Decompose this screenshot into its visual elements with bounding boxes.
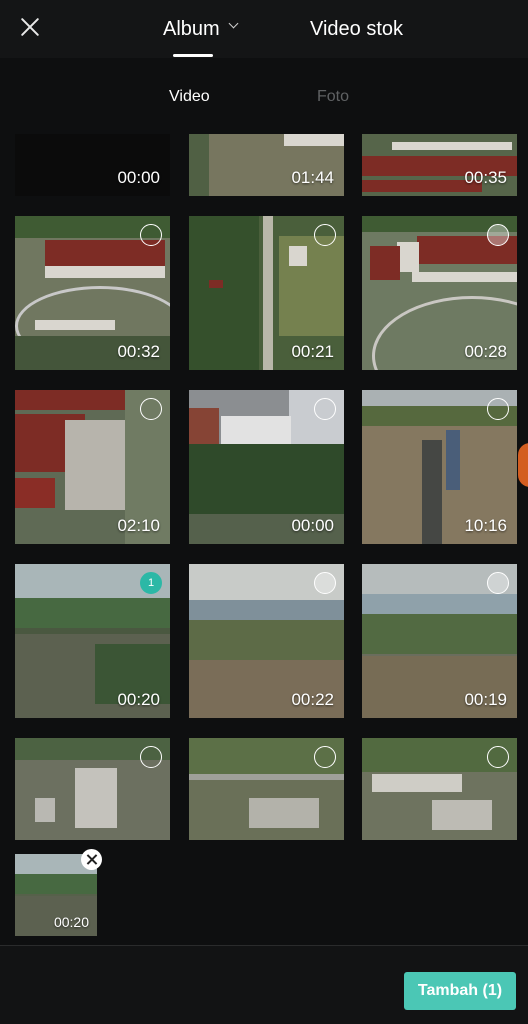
close-icon[interactable] bbox=[14, 11, 46, 43]
active-tab-indicator bbox=[173, 54, 213, 57]
media-thumbnail[interactable]: 00:21 bbox=[189, 216, 344, 370]
media-thumbnail[interactable]: 1 00:20 bbox=[15, 564, 170, 718]
video-duration: 00:35 bbox=[464, 168, 507, 187]
media-thumbnail[interactable]: 00:00 bbox=[189, 390, 344, 544]
selection-badge[interactable]: 1 bbox=[140, 572, 162, 594]
tab-video-stok-label: Video stok bbox=[310, 17, 404, 40]
selection-circle[interactable] bbox=[487, 224, 509, 246]
selection-circle[interactable] bbox=[487, 398, 509, 420]
selection-circle[interactable] bbox=[314, 398, 336, 420]
media-type-tabs: Video Foto bbox=[0, 58, 528, 130]
video-duration: 02:10 bbox=[117, 516, 160, 535]
media-thumbnail[interactable]: 00:00 bbox=[15, 134, 170, 196]
media-thumbnail[interactable]: 10:16 bbox=[362, 390, 517, 544]
subtab-video[interactable]: Video bbox=[169, 88, 210, 106]
chevron-down-icon bbox=[228, 20, 240, 32]
remove-clip-icon[interactable] bbox=[81, 849, 102, 870]
media-thumbnail[interactable] bbox=[15, 738, 170, 840]
media-thumbnail[interactable]: 01:44 bbox=[189, 134, 344, 196]
selection-circle[interactable] bbox=[487, 746, 509, 768]
video-duration: 00:28 bbox=[464, 342, 507, 361]
selection-circle[interactable] bbox=[314, 224, 336, 246]
bottom-bar: Tambah (1) bbox=[0, 946, 528, 1024]
selection-circle[interactable] bbox=[140, 746, 162, 768]
video-duration: 00:21 bbox=[291, 342, 334, 361]
top-bar: Album Video stok bbox=[0, 0, 528, 58]
media-thumbnail[interactable] bbox=[362, 738, 517, 840]
media-thumbnail[interactable]: 00:19 bbox=[362, 564, 517, 718]
video-duration: 00:22 bbox=[291, 690, 334, 709]
subtab-foto[interactable]: Foto bbox=[317, 88, 349, 106]
media-thumbnail[interactable] bbox=[189, 738, 344, 840]
tab-video-stok[interactable]: Video stok bbox=[310, 14, 403, 44]
video-duration: 01:44 bbox=[291, 168, 334, 187]
video-duration: 00:19 bbox=[464, 690, 507, 709]
video-duration: 10:16 bbox=[464, 516, 507, 535]
selected-tray: 00:20 bbox=[0, 842, 528, 946]
selection-circle[interactable] bbox=[140, 224, 162, 246]
media-thumbnail[interactable]: 00:35 bbox=[362, 134, 517, 196]
selection-circle[interactable] bbox=[314, 572, 336, 594]
video-duration: 00:20 bbox=[117, 690, 160, 709]
media-thumbnail[interactable]: 00:32 bbox=[15, 216, 170, 370]
video-duration: 00:00 bbox=[291, 516, 334, 535]
side-scroll-handle[interactable] bbox=[518, 443, 528, 487]
selection-circle[interactable] bbox=[487, 572, 509, 594]
video-duration: 00:32 bbox=[117, 342, 160, 361]
tab-album-label: Album bbox=[163, 17, 220, 40]
selection-circle[interactable] bbox=[140, 398, 162, 420]
selected-clip-duration: 00:20 bbox=[53, 914, 89, 930]
media-thumbnail[interactable]: 02:10 bbox=[15, 390, 170, 544]
media-thumbnail[interactable]: 00:28 bbox=[362, 216, 517, 370]
tab-album[interactable]: Album bbox=[163, 14, 240, 44]
add-button[interactable]: Tambah (1) bbox=[404, 972, 516, 1010]
selection-circle[interactable] bbox=[314, 746, 336, 768]
video-duration: 00:00 bbox=[117, 168, 160, 187]
media-thumbnail[interactable]: 00:22 bbox=[189, 564, 344, 718]
